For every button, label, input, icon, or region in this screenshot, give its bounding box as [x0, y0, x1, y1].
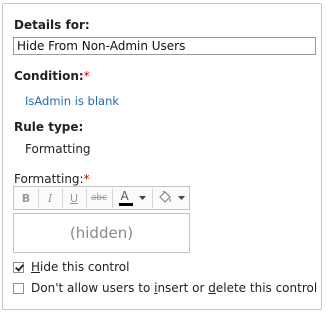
required-marker: * [83, 172, 90, 186]
disallow-insert-delete-checkbox[interactable] [13, 282, 24, 294]
chevron-down-icon [178, 196, 185, 200]
hide-control-option[interactable]: Hide this control [13, 260, 130, 274]
toolbar-divider [152, 188, 153, 208]
formatting-label: Formatting:* [14, 172, 90, 186]
underline-button[interactable]: U [64, 188, 84, 208]
condition-label: Condition:* [14, 69, 90, 83]
toolbar-divider [86, 188, 87, 208]
italic-button[interactable]: I [40, 188, 60, 208]
font-color-icon: A [118, 189, 133, 207]
required-marker: * [83, 69, 90, 83]
formatting-toolbar: B I U abc A [13, 186, 190, 210]
toolbar-divider [112, 188, 113, 208]
rule-details-panel: Details for: Hide From Non-Admin Users C… [2, 3, 322, 310]
formatting-label-text: Formatting: [14, 172, 84, 186]
disallow-insert-delete-option[interactable]: Don't allow users to insert or delete th… [13, 281, 317, 295]
formatting-preview: (hidden) [13, 213, 190, 253]
disallow-insert-delete-label: Don't allow users to insert or delete th… [31, 281, 318, 295]
toolbar-divider [38, 188, 39, 208]
strikethrough-button[interactable]: abc [88, 188, 110, 208]
condition-link[interactable]: IsAdmin is blank [25, 94, 119, 108]
rule-type-value: Formatting [25, 142, 91, 156]
chevron-down-icon [138, 196, 146, 200]
hide-control-label: Hide this control [31, 260, 130, 274]
bold-button[interactable]: B [16, 188, 36, 208]
hide-control-checkbox[interactable] [13, 261, 24, 273]
details-for-label: Details for: [14, 18, 90, 32]
font-color-bar [118, 203, 133, 206]
toolbar-divider [62, 188, 63, 208]
fill-color-button[interactable] [154, 188, 188, 208]
condition-label-text: Condition: [14, 69, 84, 83]
rule-type-label: Rule type: [14, 120, 84, 134]
paint-bucket-icon [159, 190, 171, 203]
rule-name-field[interactable]: Hide From Non-Admin Users [13, 37, 316, 55]
font-color-button[interactable]: A [114, 188, 150, 208]
